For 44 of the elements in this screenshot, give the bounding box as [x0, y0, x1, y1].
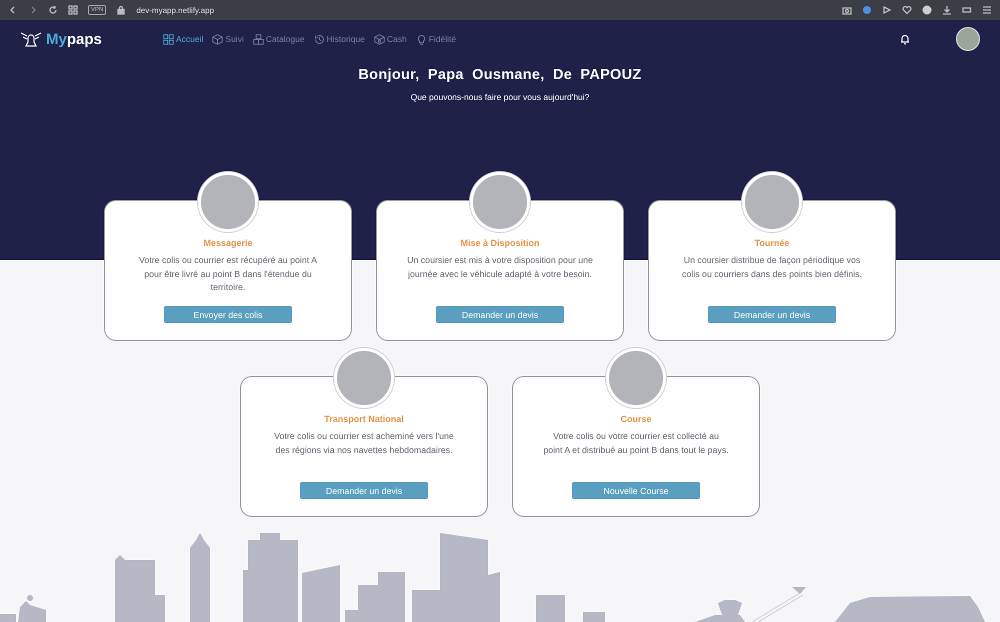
tabs-grid-icon[interactable] — [68, 5, 78, 15]
service-description: Votre colis ou courrier est acheminé vers l'une des régions via nos navettes hebdomadaires. — [273, 430, 455, 457]
service-title: Transport National — [324, 414, 404, 424]
nav-tab[interactable]: Catalogue — [252, 34, 305, 44]
camera-icon[interactable] — [842, 5, 852, 15]
logo-text[interactable]: Mypaps — [46, 30, 102, 48]
nav-tab[interactable]: Suivi — [212, 34, 244, 44]
greeting-subtitle: Que pouvons-nous faire pour vous aujourd'hui? — [410, 92, 590, 102]
lightbulb-icon — [416, 34, 427, 44]
stacked-boxes-icon — [252, 34, 264, 44]
cube-icon — [212, 34, 224, 44]
service-description: Un coursier est mis à votre disposition pour une journée avec le véhicule adapté à votre besoin. — [407, 254, 593, 281]
menu-icon[interactable] — [982, 5, 992, 15]
service-title: Mise à Disposition — [460, 238, 540, 248]
user-avatar[interactable] — [956, 27, 980, 51]
service-description: Votre colis ou courrier est récupéré au point A pour être livré au point B dans l'étendue du territoire. — [138, 254, 318, 294]
download-icon[interactable] — [942, 5, 952, 15]
grid-icon — [163, 34, 174, 44]
history-icon — [314, 34, 325, 44]
send-icon[interactable] — [882, 5, 892, 15]
lock-icon — [116, 5, 126, 15]
service-description: Un coursier distribue de façon périodique vos colis ou courriers dans des points bien définis. — [681, 254, 863, 281]
service-title: Messagerie — [203, 238, 253, 248]
nav-tab[interactable]: Historique — [314, 34, 365, 44]
profile-icon[interactable] — [922, 5, 932, 15]
service-description: Votre colis ou votre courrier est collecté au point A et distribué au point B dans tout le pays. — [543, 430, 729, 457]
nav-tab[interactable]: Accueil — [163, 34, 204, 44]
service-title: Course — [620, 414, 652, 424]
reload-icon[interactable] — [48, 5, 58, 15]
service-title: Tournée — [754, 238, 790, 248]
service-action-button[interactable]: Demander un devis — [300, 482, 428, 499]
bell-logo-icon — [20, 30, 42, 48]
nav-tab[interactable]: Fidélité — [416, 34, 456, 44]
service-action-button[interactable]: Demander un devis — [436, 306, 564, 323]
battery-icon[interactable] — [962, 5, 972, 15]
service-action-button[interactable]: Demander un devis — [708, 306, 836, 323]
service-action-button[interactable]: Nouvelle Course — [572, 482, 700, 499]
heart-icon[interactable] — [902, 5, 912, 15]
nav-tab[interactable]: Cash — [374, 34, 407, 44]
notification-bell-icon[interactable] — [899, 33, 911, 45]
service-action-button[interactable]: Envoyer des colis — [164, 306, 292, 323]
address-bar-url[interactable]: dev-myapp.netlify.app — [136, 6, 214, 14]
cube-coin-icon — [374, 34, 385, 44]
greeting-heading: Bonjour, Papa Ousmane, De PAPOUZ — [357, 67, 643, 83]
